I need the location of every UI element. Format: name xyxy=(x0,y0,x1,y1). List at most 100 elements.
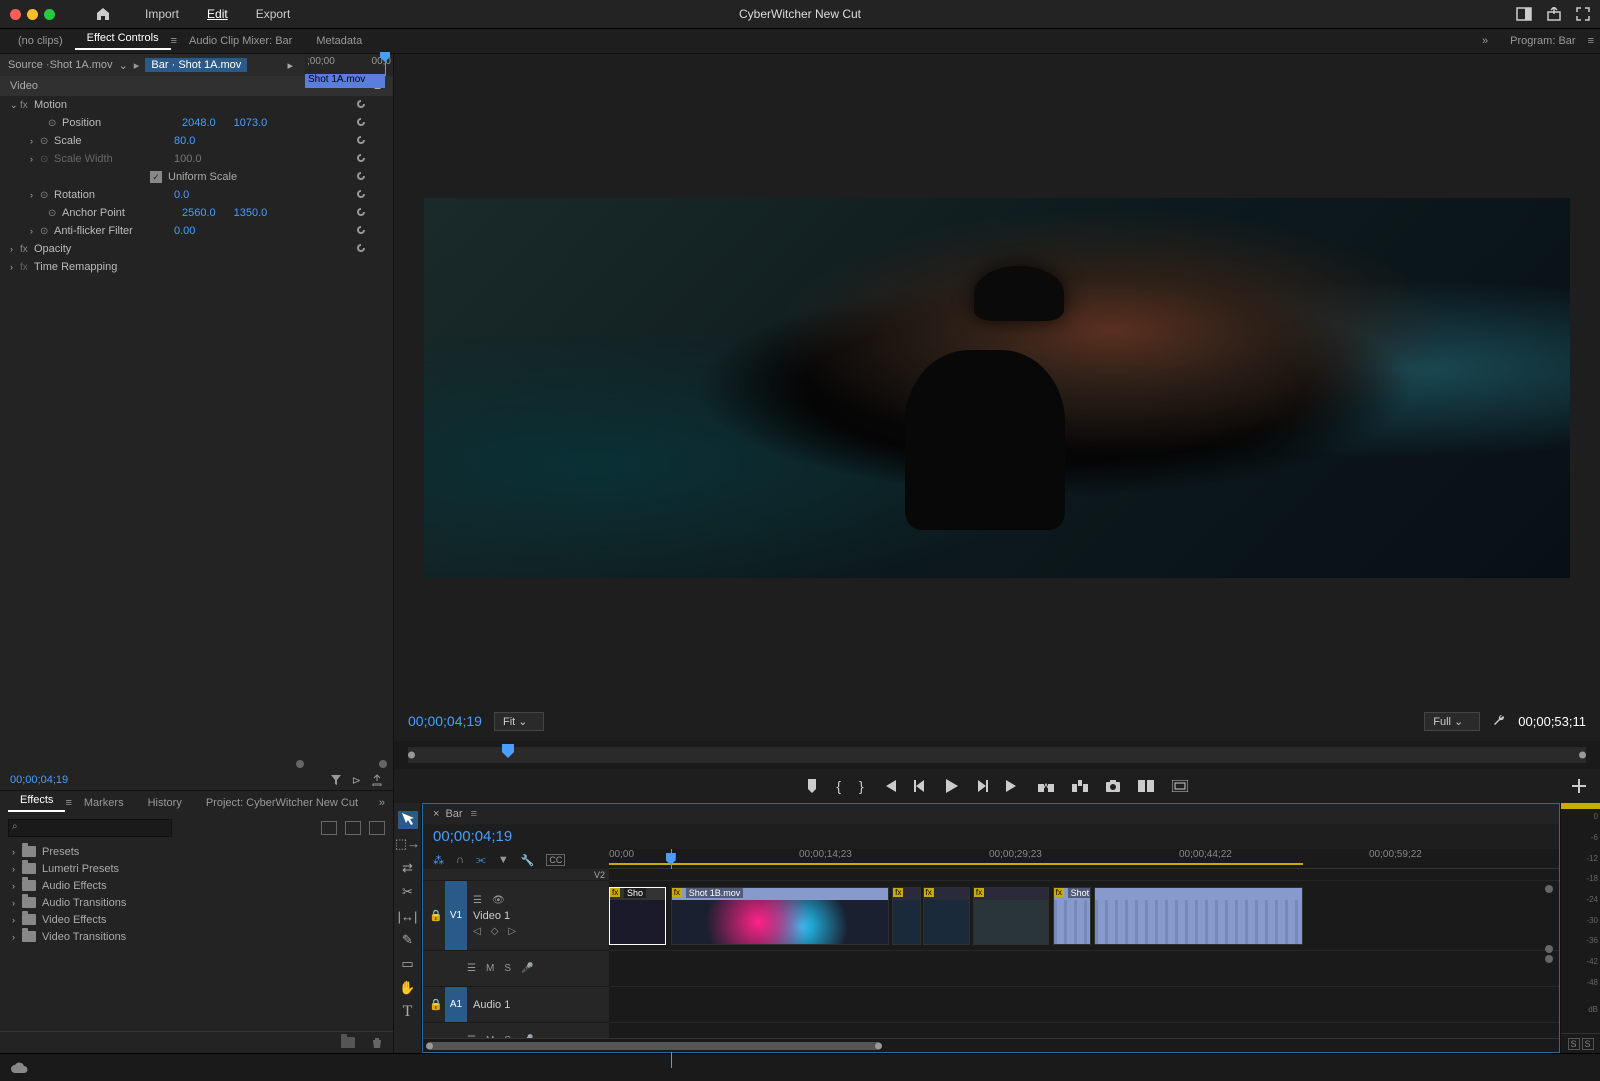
snap-icon[interactable]: ⁂ xyxy=(433,854,444,867)
effects-search-input[interactable] xyxy=(8,819,172,837)
safe-margins-icon[interactable] xyxy=(1172,780,1188,792)
ec-source-clip[interactable]: Shot 1A.mov xyxy=(50,59,113,71)
trash-icon[interactable] xyxy=(371,1037,383,1049)
rectangle-tool[interactable]: ▭ xyxy=(398,955,418,973)
tab-history[interactable]: History xyxy=(136,797,194,809)
sync-lock-icon[interactable]: ☰ xyxy=(473,895,482,906)
reset-icon[interactable] xyxy=(355,152,367,167)
clip-shot-x[interactable]: fxShot xyxy=(1053,887,1091,945)
settings-tool-icon[interactable]: 🔧 xyxy=(521,854,535,867)
window-controls[interactable] xyxy=(10,9,55,20)
sync-icon[interactable]: ☰ xyxy=(467,963,476,974)
clip-small-1[interactable]: fx xyxy=(892,887,921,945)
ec-rotation-row[interactable]: ›⊙Rotation0.0 xyxy=(0,186,393,204)
comp-view-icon[interactable] xyxy=(1138,780,1154,792)
mark-out-icon[interactable]: } xyxy=(859,778,864,794)
solo-right[interactable]: S xyxy=(1582,1038,1594,1050)
position-y[interactable]: 1073.0 xyxy=(234,117,268,129)
clip-small-3[interactable]: fx xyxy=(973,887,1049,945)
folder-audio-effects[interactable]: ›Audio Effects xyxy=(0,877,393,894)
icon-view-3[interactable] xyxy=(369,821,385,835)
reset-icon[interactable] xyxy=(355,170,367,185)
a1-tag[interactable]: A1 xyxy=(445,987,467,1022)
scroll-dot[interactable] xyxy=(1545,945,1553,953)
linked-sel-icon[interactable]: ⫘ xyxy=(476,854,486,867)
play-icon[interactable] xyxy=(944,779,958,793)
add-button-icon[interactable] xyxy=(1572,779,1586,793)
extract-icon[interactable] xyxy=(1072,780,1088,792)
folder-audio-transitions[interactable]: ›Audio Transitions xyxy=(0,894,393,911)
sequence-name[interactable]: Bar xyxy=(445,808,462,820)
selection-tool[interactable] xyxy=(398,811,418,829)
menu-edit[interactable]: Edit xyxy=(193,7,242,21)
step-fwd-icon[interactable] xyxy=(976,780,988,792)
marker-tool-icon[interactable]: ▼ xyxy=(498,854,509,866)
ec-timecode[interactable]: 00;00;04;19 xyxy=(10,774,68,786)
new-folder-icon[interactable] xyxy=(341,1037,355,1048)
tab-effects[interactable]: Effects xyxy=(8,794,65,812)
scrub-in-icon[interactable] xyxy=(408,752,415,759)
reset-icon[interactable] xyxy=(355,134,367,149)
solo-left[interactable]: S xyxy=(1568,1038,1580,1050)
reset-icon[interactable] xyxy=(355,98,367,113)
ec-uniform-scale[interactable]: ✓Uniform Scale xyxy=(0,168,393,186)
antiflicker-val[interactable]: 0.00 xyxy=(174,225,195,237)
filter-icon[interactable] xyxy=(330,774,342,786)
record-button[interactable]: 🎤 xyxy=(521,963,533,974)
toggle-output-icon[interactable]: 👁 xyxy=(492,895,505,906)
ec-anchor-row[interactable]: ⊙Anchor Point2560.01350.0 xyxy=(0,204,393,222)
track-select-tool[interactable]: ⬚→ xyxy=(398,835,418,853)
work-area-bar[interactable] xyxy=(609,863,1303,865)
a-mute-row[interactable]: ☰ MS 🎤 xyxy=(423,951,609,987)
effects-folder-list[interactable]: ›Presets ›Lumetri Presets ›Audio Effects… xyxy=(0,841,393,1031)
home-icon[interactable] xyxy=(95,6,111,22)
tab-project[interactable]: Project: CyberWitcher New Cut xyxy=(194,797,370,809)
lock-icon[interactable]: 🔒 xyxy=(427,998,445,1011)
program-timecode[interactable]: 00;00;04;19 xyxy=(408,713,482,729)
keyframe-nav-icon[interactable]: ⊳ xyxy=(352,774,361,787)
a1-header[interactable]: 🔒 A1 Audio 1 xyxy=(423,987,609,1023)
v1-header[interactable]: 🔒 V1 ☰👁 Video 1 ◁◇▷ xyxy=(423,881,609,951)
minimize-window[interactable] xyxy=(27,9,38,20)
ec-antiflicker-row[interactable]: ›⊙Anti-flicker Filter0.00 xyxy=(0,222,393,240)
kf-prev-icon[interactable]: ◁ xyxy=(473,926,481,937)
tab-metadata[interactable]: Metadata xyxy=(304,35,374,47)
magnet-icon[interactable]: ∩ xyxy=(456,854,464,866)
ripple-tool[interactable]: ⇄ xyxy=(398,859,418,877)
maximize-window[interactable] xyxy=(44,9,55,20)
lock-icon[interactable]: 🔒 xyxy=(427,909,445,922)
ec-opacity-row[interactable]: ›fxOpacity xyxy=(0,240,393,258)
lift-icon[interactable] xyxy=(1038,780,1054,792)
anchor-y[interactable]: 1350.0 xyxy=(234,207,268,219)
razor-tool[interactable]: ✂ xyxy=(398,883,418,901)
fit-dropdown[interactable]: Fit ⌄ xyxy=(494,712,545,731)
overflow-icon[interactable]: » xyxy=(379,797,385,809)
kf-add-icon[interactable]: ◇ xyxy=(491,926,499,937)
timeline-zoom-scroll[interactable] xyxy=(423,1038,1559,1052)
scroll-dot[interactable] xyxy=(1545,955,1553,963)
go-to-out-icon[interactable] xyxy=(1006,780,1020,792)
folder-presets[interactable]: ›Presets xyxy=(0,843,393,860)
hand-tool[interactable]: ✋ xyxy=(398,979,418,997)
mini-clip[interactable]: Shot 1A.mov xyxy=(305,74,385,88)
wrench-icon[interactable] xyxy=(1492,714,1506,728)
ec-timeremap-row[interactable]: ›fxTime Remapping xyxy=(0,258,393,276)
ec-position-row[interactable]: ⊙Position2048.01073.0 xyxy=(0,114,393,132)
ec-scale-row[interactable]: ›⊙Scale80.0 xyxy=(0,132,393,150)
timeline-timecode[interactable]: 00;00;04;19 xyxy=(433,828,512,845)
reset-icon[interactable] xyxy=(355,224,367,239)
ec-mini-timeline[interactable]: ;00;00 00;0 Shot 1A.mov xyxy=(305,54,393,76)
kf-next-icon[interactable]: ▷ xyxy=(508,926,516,937)
step-back-icon[interactable] xyxy=(914,780,926,792)
folder-video-effects[interactable]: ›Video Effects xyxy=(0,911,393,928)
program-header-label[interactable]: Program: Bar xyxy=(1498,35,1587,47)
solo-button[interactable]: S xyxy=(504,963,511,974)
clip-area[interactable]: fxSho fxShot 1B.mov fx fx fx fxShot xyxy=(609,869,1559,1038)
reset-icon[interactable] xyxy=(355,206,367,221)
go-to-in-icon[interactable] xyxy=(882,780,896,792)
folder-lumetri[interactable]: ›Lumetri Presets xyxy=(0,860,393,877)
mute-button[interactable]: M xyxy=(486,963,494,974)
camera-icon[interactable] xyxy=(1106,780,1120,792)
type-tool[interactable]: T xyxy=(398,1003,418,1021)
reset-icon[interactable] xyxy=(355,188,367,203)
